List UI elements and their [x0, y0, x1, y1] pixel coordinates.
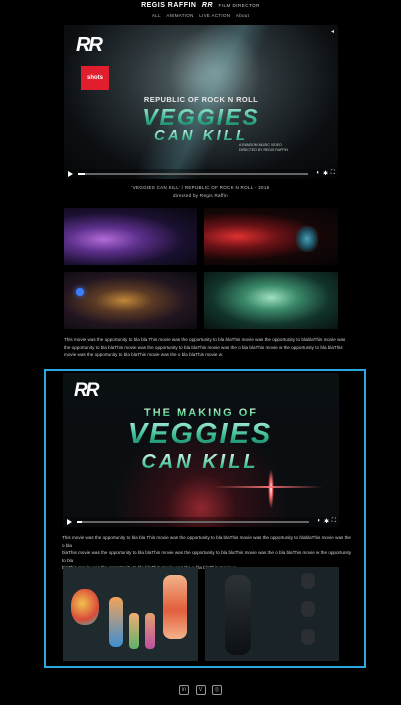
- rr-logo: RR: [74, 380, 99, 401]
- band-title: REPUBLIC OF ROCK N ROLL: [143, 95, 259, 104]
- brand-role: FILM DIRECTOR: [218, 3, 260, 8]
- lens-flare: [268, 469, 274, 509]
- text-line: the opportunity to bla blaThis movie was…: [64, 344, 343, 350]
- making-of-video-player[interactable]: RR THE MAKING OF VEGGIES CAN KILL ◐ ✱ ⛶: [63, 373, 339, 527]
- play-icon[interactable]: [67, 519, 72, 525]
- nav-item-live-action[interactable]: LIVE ACTION: [199, 13, 230, 18]
- settings-icon[interactable]: ✱: [324, 518, 329, 525]
- rr-logo: RR: [76, 34, 103, 56]
- fullscreen-icon[interactable]: ⛶: [332, 518, 336, 525]
- play-icon[interactable]: [68, 171, 73, 177]
- video-caption: 'VEGGIES CAN KILL' / REPUBLIC OF ROCK N …: [131, 185, 270, 190]
- site-header: REGIS RAFFIN RR FILM DIRECTOR ALL ANIMAT…: [0, 0, 401, 24]
- main-nav: ALL ANIMATION LIVE ACTION About: [0, 13, 401, 18]
- still-image[interactable]: [64, 208, 197, 265]
- nav-item-animation[interactable]: ANIMATION: [166, 13, 193, 18]
- shots-badge: shots: [81, 66, 109, 90]
- lens-flare-streak: [213, 486, 323, 488]
- still-image[interactable]: [64, 272, 197, 329]
- making-of-title-line2: CAN KILL: [63, 451, 337, 474]
- social-links: in V ◎: [0, 678, 401, 696]
- fullscreen-icon[interactable]: ⛶: [331, 170, 335, 177]
- text-line: movie was the opportunity to bla blaThis…: [64, 352, 224, 357]
- linkedin-icon[interactable]: in: [179, 685, 190, 695]
- character-sketch: [71, 589, 99, 625]
- character-sketch: [163, 575, 187, 639]
- volume-icon[interactable]: ◐: [316, 170, 320, 176]
- progress-fill: [77, 521, 82, 523]
- robot-sketch: [225, 575, 251, 655]
- character-sketch: [109, 597, 123, 647]
- robot-head-sketch: [301, 629, 315, 645]
- brand-name: REGIS RAFFIN: [141, 2, 197, 9]
- concept-art-characters[interactable]: [63, 567, 198, 661]
- video-controls: ◐ ✱ ⛶: [63, 517, 339, 527]
- making-of-title-line1: VEGGIES: [63, 418, 337, 451]
- character-sketch: [145, 613, 155, 649]
- credit-line: DIRECTED BY REGIS RAFFIN: [239, 148, 288, 152]
- progress-fill: [78, 173, 85, 175]
- making-of-paragraph: This movie was the opportunity to bla bl…: [62, 534, 354, 572]
- concept-art-robot[interactable]: [205, 567, 339, 661]
- brand[interactable]: REGIS RAFFIN RR FILM DIRECTOR: [0, 2, 401, 9]
- video-title-line2: CAN KILL: [64, 127, 338, 144]
- nav-item-about[interactable]: About: [236, 13, 249, 18]
- text-line: This movie was the opportunity to bla bl…: [62, 535, 351, 548]
- vimeo-icon[interactable]: V: [195, 685, 206, 695]
- light-spot: [76, 288, 84, 296]
- text-line: This movie was the opportunity to bla bl…: [64, 337, 346, 342]
- settings-icon[interactable]: ✱: [323, 170, 328, 177]
- share-icon[interactable]: ◂: [331, 28, 334, 35]
- nav-item-all[interactable]: ALL: [152, 13, 161, 18]
- character-sketch: [129, 613, 139, 649]
- main-video-player[interactable]: RR shots REPUBLIC OF ROCK N ROLL VEGGIES…: [64, 25, 338, 179]
- still-figure: [296, 226, 318, 252]
- progress-bar[interactable]: [77, 521, 309, 523]
- still-image[interactable]: [204, 272, 338, 329]
- description-paragraph: This movie was the opportunity to bla bl…: [64, 336, 354, 359]
- brand-logo: RR: [201, 2, 214, 9]
- progress-bar[interactable]: [78, 173, 308, 175]
- instagram-icon[interactable]: ◎: [211, 685, 222, 695]
- video-credits: A RANDOM MUSIC VIDEO DIRECTED BY REGIS R…: [239, 143, 288, 153]
- video-director: directed by Regis Raffin: [173, 193, 228, 198]
- text-line: blaThis movie was the opportunity to bla…: [62, 550, 352, 563]
- robot-head-sketch: [301, 573, 315, 589]
- volume-icon[interactable]: ◐: [317, 518, 321, 524]
- video-controls: ◐ ✱ ⛶: [64, 169, 338, 179]
- robot-head-sketch: [301, 601, 315, 617]
- still-image[interactable]: [204, 208, 338, 265]
